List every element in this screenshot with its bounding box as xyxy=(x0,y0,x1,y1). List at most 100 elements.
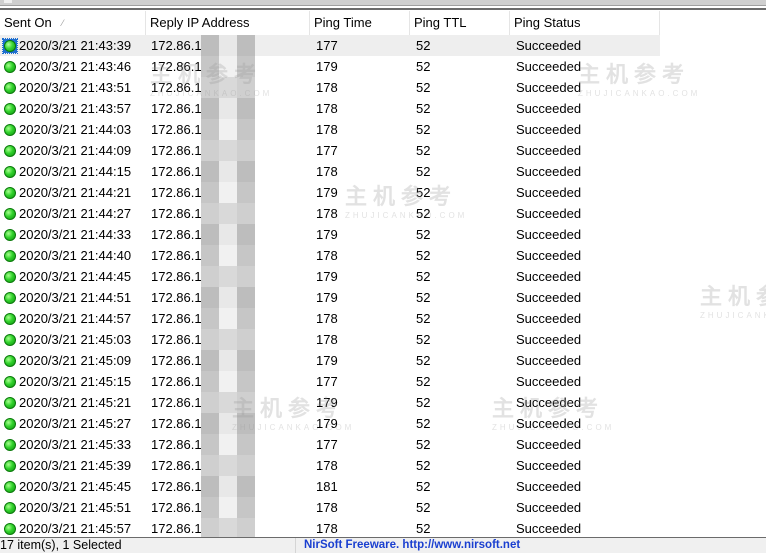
status-dot xyxy=(4,123,16,136)
table-row[interactable]: 2020/3/21 21:44:27 172.86.1 178 52 Succeeded xyxy=(0,203,766,224)
sent-on-text: 2020/3/21 21:44:09 xyxy=(19,143,132,158)
cell-ping-ttl: 52 xyxy=(416,395,431,410)
column-header-ping-status[interactable]: Ping Status xyxy=(510,11,660,35)
cell-sent-on: 2020/3/21 21:45:45 xyxy=(0,476,146,497)
cell-ping-ttl: 52 xyxy=(416,416,431,431)
status-dot xyxy=(4,312,16,325)
cell-sent-on: 2020/3/21 21:43:57 xyxy=(0,98,146,119)
green-status-dot-icon xyxy=(3,333,17,347)
cell-ping-status: Succeeded xyxy=(516,80,582,95)
table-row[interactable]: 2020/3/21 21:45:45 172.86.12 181 52 Succeede… xyxy=(0,476,766,497)
column-header-label: Ping TTL xyxy=(414,15,467,30)
cell-reply-ip: 172.86.1 xyxy=(151,248,202,263)
row-content: 2020/3/21 21:45:21 172.86.1 179 52 Succeeded xyxy=(0,392,660,413)
green-status-dot-icon xyxy=(3,438,17,452)
table-row[interactable]: 2020/3/21 21:45:39 172.86.12 178 52 Succeede… xyxy=(0,455,766,476)
toolbar-grip[interactable] xyxy=(4,0,12,3)
table-row[interactable]: 2020/3/21 21:44:21 172.86.1 179 52 Succeeded xyxy=(0,182,766,203)
status-dot xyxy=(4,207,16,220)
green-status-dot-icon xyxy=(3,459,17,473)
table-row[interactable]: 2020/3/21 21:44:09 172.86.1 177 52 Succeeded xyxy=(0,140,766,161)
cell-reply-ip: 172.86.1 xyxy=(151,521,202,536)
sent-on-text: 2020/3/21 21:45:51 xyxy=(19,500,132,515)
cell-ping-status: Succeeded xyxy=(516,59,582,74)
green-status-dot-icon xyxy=(3,207,17,221)
table-row[interactable]: 2020/3/21 21:44:45 172.86.1 179 52 Succeeded xyxy=(0,266,766,287)
table-row[interactable]: 2020/3/21 21:45:15 172.86.1 177 52 Succeeded xyxy=(0,371,766,392)
row-content: 2020/3/21 21:44:51 172.86.1 179 52 Succeeded xyxy=(0,287,660,308)
row-content: 2020/3/21 21:45:09 172.86.1 179 52 Succeeded xyxy=(0,350,660,371)
column-header-reply-ip[interactable]: Reply IP Address xyxy=(146,11,310,35)
column-header-sent-on[interactable]: Sent On ⁄ xyxy=(0,11,146,35)
sent-on-text: 2020/3/21 21:45:57 xyxy=(19,521,132,536)
table-row[interactable]: 2020/3/21 21:44:15 172.86.1 178 52 Succeeded xyxy=(0,161,766,182)
cell-reply-ip: 172.86.1 xyxy=(151,227,202,242)
table-row[interactable]: 2020/3/21 21:45:03 172.86.1 178 52 Succeeded xyxy=(0,329,766,350)
table-row[interactable]: 2020/3/21 21:45:33 172.86.1 177 52 Succeeded xyxy=(0,434,766,455)
sent-on-text: 2020/3/21 21:43:51 xyxy=(19,80,132,95)
table-row[interactable]: 2020/3/21 21:44:33 172.86.1 179 52 Succeeded xyxy=(0,224,766,245)
cell-ping-time: 179 xyxy=(316,59,338,74)
cell-ping-ttl: 52 xyxy=(416,332,431,347)
cell-ping-time: 178 xyxy=(316,80,338,95)
sent-on-text: 2020/3/21 21:45:45 xyxy=(19,479,132,494)
cell-ping-ttl: 52 xyxy=(416,311,431,326)
cell-ping-time: 178 xyxy=(316,332,338,347)
cell-ping-time: 177 xyxy=(316,38,338,53)
cell-ping-status: Succeeded xyxy=(516,101,582,116)
list-rows: 2020/3/21 21:43:39 172.86.12 177 52 Succeede… xyxy=(0,35,766,537)
green-status-dot-icon xyxy=(3,102,17,116)
cell-sent-on: 2020/3/21 21:44:09 xyxy=(0,140,146,161)
green-status-dot-icon xyxy=(3,270,17,284)
sent-on-text: 2020/3/21 21:45:15 xyxy=(19,374,132,389)
cell-reply-ip: 172.86.12 xyxy=(151,38,209,53)
row-content: 2020/3/21 21:45:27 172.86.1 179 52 Succeeded xyxy=(0,413,660,434)
table-row[interactable]: 2020/3/21 21:45:27 172.86.1 179 52 Succeeded xyxy=(0,413,766,434)
column-header-ping-time[interactable]: Ping Time xyxy=(310,11,410,35)
column-header-label: Sent On xyxy=(4,15,52,30)
cell-reply-ip: 172.86.1 xyxy=(151,395,202,410)
table-row[interactable]: 2020/3/21 21:45:51 172.86.12 178 52 Succeede… xyxy=(0,497,766,518)
column-header-ping-ttl[interactable]: Ping TTL xyxy=(410,11,510,35)
table-row[interactable]: 2020/3/21 21:43:51 172.86.12 178 52 Succeede… xyxy=(0,77,766,98)
cell-ping-time: 179 xyxy=(316,353,338,368)
table-row[interactable]: 2020/3/21 21:44:51 172.86.1 179 52 Succeeded xyxy=(0,287,766,308)
table-row[interactable]: 2020/3/21 21:45:57 172.86.1 178 52 Succeeded xyxy=(0,518,766,537)
cell-ping-time: 178 xyxy=(316,500,338,515)
status-dot xyxy=(4,501,16,514)
cell-sent-on: 2020/3/21 21:45:15 xyxy=(0,371,146,392)
nirsoft-link[interactable]: NirSoft Freeware. http://www.nirsoft.net xyxy=(296,538,520,553)
table-row[interactable]: 2020/3/21 21:43:46 172.86.12 179 52 Succeede… xyxy=(0,56,766,77)
cell-reply-ip: 172.86.1 xyxy=(151,290,202,305)
cell-ping-ttl: 52 xyxy=(416,521,431,536)
ping-results-list[interactable]: Sent On ⁄ Reply IP Address Ping Time Pin… xyxy=(0,11,766,537)
green-status-dot-icon xyxy=(3,123,17,137)
status-dot xyxy=(4,81,16,94)
cell-reply-ip: 172.86.12 xyxy=(151,479,209,494)
row-content: 2020/3/21 21:44:03 172.86.1 178 52 Succeeded xyxy=(0,119,660,140)
table-row[interactable]: 2020/3/21 21:45:09 172.86.1 179 52 Succeeded xyxy=(0,350,766,371)
row-content: 2020/3/21 21:43:51 172.86.12 178 52 Succeede… xyxy=(0,77,660,98)
cell-sent-on: 2020/3/21 21:43:39 xyxy=(0,35,146,56)
table-row[interactable]: 2020/3/21 21:44:03 172.86.1 178 52 Succeeded xyxy=(0,119,766,140)
row-content: 2020/3/21 21:45:39 172.86.12 178 52 Succeede… xyxy=(0,455,660,476)
row-content: 2020/3/21 21:44:09 172.86.1 177 52 Succeeded xyxy=(0,140,660,161)
cell-ping-ttl: 52 xyxy=(416,38,431,53)
table-row[interactable]: 2020/3/21 21:44:57 172.86.1 178 52 Succeeded xyxy=(0,308,766,329)
cell-ping-status: Succeeded xyxy=(516,143,582,158)
cell-ping-status: Succeeded xyxy=(516,248,582,263)
list-header: Sent On ⁄ Reply IP Address Ping Time Pin… xyxy=(0,11,660,35)
green-status-dot-icon xyxy=(3,312,17,326)
cell-sent-on: 2020/3/21 21:44:45 xyxy=(0,266,146,287)
sort-ascending-icon: ⁄ xyxy=(62,18,64,28)
cell-sent-on: 2020/3/21 21:45:33 xyxy=(0,434,146,455)
table-row[interactable]: 2020/3/21 21:43:39 172.86.12 177 52 Succeede… xyxy=(0,35,766,56)
green-status-dot-icon xyxy=(3,417,17,431)
table-row[interactable]: 2020/3/21 21:43:57 172.86.12 178 52 Succeede… xyxy=(0,98,766,119)
status-dot xyxy=(4,291,16,304)
cell-ping-status: Succeeded xyxy=(516,227,582,242)
row-content: 2020/3/21 21:45:15 172.86.1 177 52 Succeeded xyxy=(0,371,660,392)
table-row[interactable]: 2020/3/21 21:45:21 172.86.1 179 52 Succeeded xyxy=(0,392,766,413)
table-row[interactable]: 2020/3/21 21:44:40 172.86.1 178 52 Succeeded xyxy=(0,245,766,266)
cell-ping-ttl: 52 xyxy=(416,227,431,242)
